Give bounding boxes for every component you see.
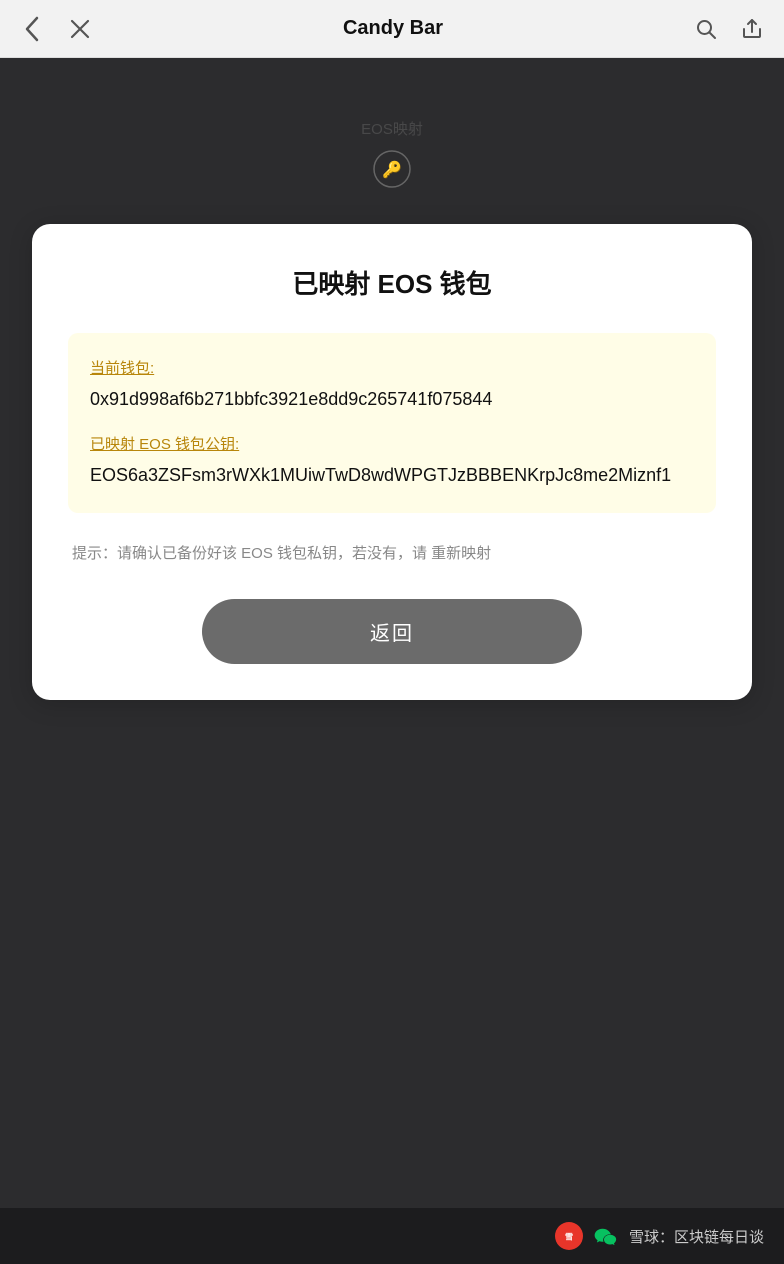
info-box: 当前钱包: 0x91d998af6b271bbfc3921e8dd9c26574…: [68, 333, 716, 513]
footer-text: 雪球：区块链每日谈: [629, 1226, 764, 1247]
bg-icon-area: 🔑: [372, 149, 412, 194]
wechat-icon: [593, 1223, 619, 1249]
dark-background: EOS映射 🔑 已映射 EOS 钱包 当前钱包: 0x91d998af6b271…: [0, 58, 784, 1208]
nav-bar: Candy Bar: [0, 0, 784, 58]
hint-text: 提示：请确认已备份好该 EOS 钱包私钥，若没有，请 重新映射: [68, 541, 716, 567]
eos-label: 已映射 EOS 钱包公钥:: [90, 433, 694, 454]
wallet-value: 0x91d998af6b271bbfc3921e8dd9c265741f0758…: [90, 386, 694, 413]
main-card: 已映射 EOS 钱包 当前钱包: 0x91d998af6b271bbfc3921…: [32, 224, 752, 700]
bg-blur-text-1: EOS映射: [361, 118, 423, 139]
page-title: Candy Bar: [94, 17, 692, 40]
search-icon[interactable]: [692, 15, 720, 43]
close-button[interactable]: [66, 15, 94, 43]
nav-left-group: [18, 15, 94, 43]
svg-text:🔑: 🔑: [382, 160, 402, 179]
return-button[interactable]: 返回: [202, 599, 582, 664]
svg-text:雪: 雪: [565, 1233, 573, 1242]
back-button[interactable]: [18, 15, 46, 43]
xueqiu-logo: 雪: [555, 1222, 583, 1250]
footer-bar: 雪 雪球：区块链每日谈: [0, 1208, 784, 1264]
wallet-label: 当前钱包:: [90, 357, 694, 378]
eos-value: EOS6a3ZSFsm3rWXk1MUiwTwD8wdWPGTJzBBBENKr…: [90, 462, 694, 489]
nav-right-group: [692, 15, 766, 43]
card-title: 已映射 EOS 钱包: [68, 264, 716, 301]
share-icon[interactable]: [738, 15, 766, 43]
